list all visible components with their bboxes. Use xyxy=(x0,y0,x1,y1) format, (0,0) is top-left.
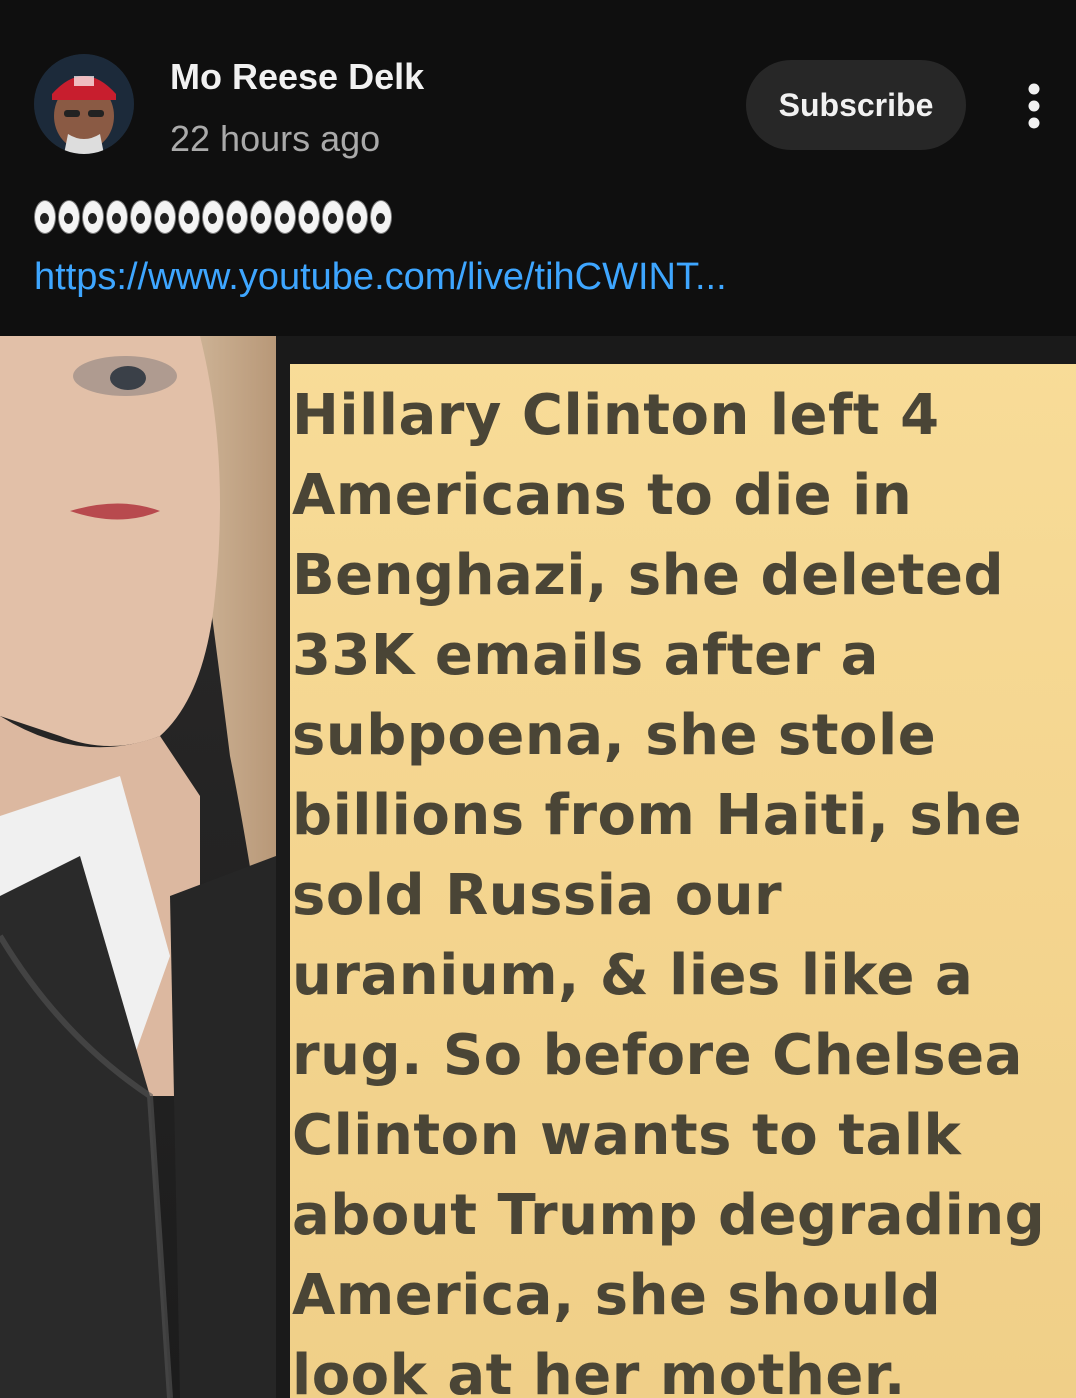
subscribe-button[interactable]: Subscribe xyxy=(746,60,966,150)
woman-photo xyxy=(0,336,276,1398)
author-avatar[interactable] xyxy=(34,54,134,154)
eye-emoji xyxy=(58,200,80,234)
eyes-emoji-icon xyxy=(34,200,394,244)
eye-emoji xyxy=(226,200,248,234)
quote-panel: Hillary Clinton left 4 Americans to die i… xyxy=(276,336,1076,1398)
eye-emoji xyxy=(346,200,368,234)
quote-line: uranium, & lies like a xyxy=(292,943,974,1008)
quote-text: Hillary Clinton left 4 Americans to die i… xyxy=(292,376,1072,1398)
quote-line: Clinton wants to talk xyxy=(292,1103,962,1168)
eye-emoji xyxy=(34,200,56,234)
post-image[interactable]: Hillary Clinton left 4 Americans to die i… xyxy=(0,336,1076,1398)
more-options-icon[interactable] xyxy=(1010,78,1058,134)
eye-emoji xyxy=(178,200,200,234)
quote-line: Americans to die in xyxy=(292,463,913,528)
quote-line: billions from Haiti, she xyxy=(292,783,1023,848)
eye-emoji xyxy=(130,200,152,234)
eye-emoji xyxy=(370,200,392,234)
eye-emoji xyxy=(82,200,104,234)
quote-line: about Trump degrading xyxy=(292,1183,1046,1248)
post-link[interactable]: https://www.youtube.com/live/tihCWINT... xyxy=(34,256,727,299)
author-name[interactable]: Mo Reese Delk xyxy=(170,56,424,98)
quote-line: America, she should xyxy=(292,1263,942,1328)
eye-emoji xyxy=(250,200,272,234)
quote-line: 33K emails after a xyxy=(292,623,879,688)
eye-emoji xyxy=(154,200,176,234)
eye-emoji xyxy=(106,200,128,234)
quote-line: Hillary Clinton left 4 xyxy=(292,383,940,448)
eye-emoji xyxy=(202,200,224,234)
quote-line: rug. So before Chelsea xyxy=(292,1023,1023,1088)
quote-line: subpoena, she stole xyxy=(292,703,937,768)
post-timestamp: 22 hours ago xyxy=(170,118,381,159)
eye-emoji xyxy=(322,200,344,234)
eye-emoji xyxy=(298,200,320,234)
post-header: Mo Reese Delk 22 hours ago Subscribe htt… xyxy=(0,0,1076,336)
eye-emoji xyxy=(274,200,296,234)
quote-line: sold Russia our xyxy=(292,863,783,928)
quote-line: Benghazi, she deleted xyxy=(292,543,1005,608)
quote-line: look at her mother. xyxy=(292,1343,906,1398)
panel-border-left xyxy=(276,336,290,1398)
panel-border-top xyxy=(276,336,1076,364)
